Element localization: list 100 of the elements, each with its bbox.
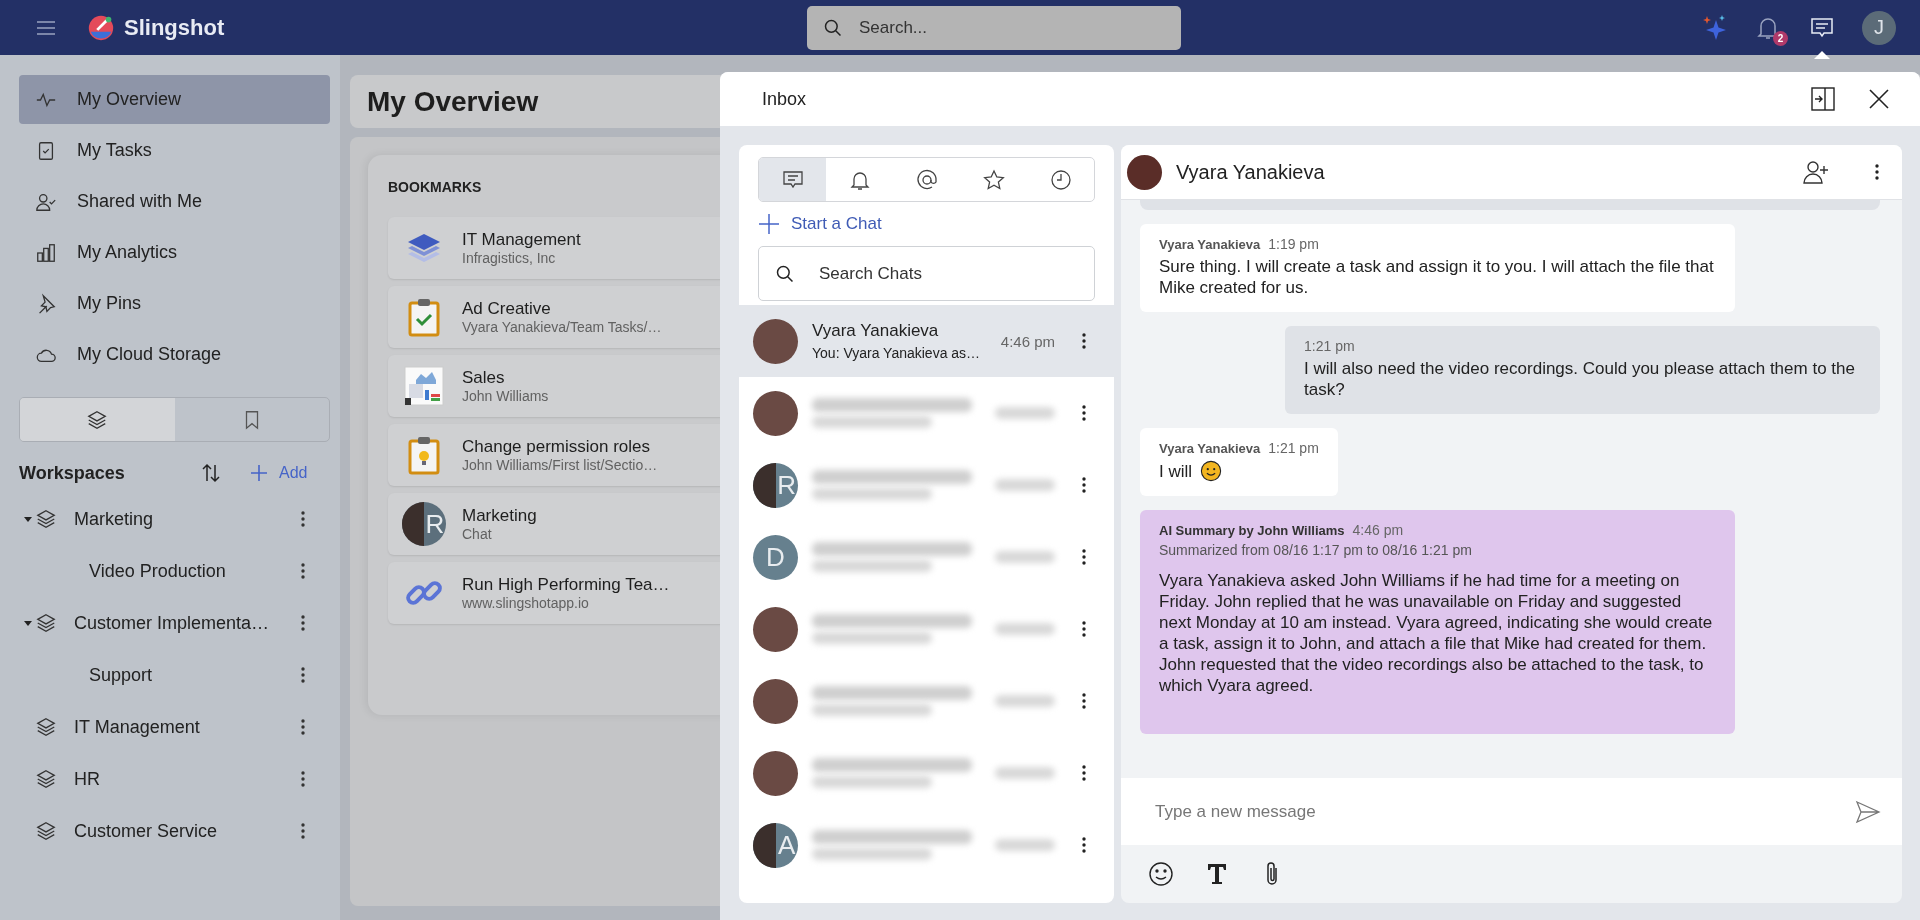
dashboard-thumbnail-icon [404,366,444,406]
message-time: 1:19 pm [1268,236,1319,252]
more-icon[interactable] [300,717,306,737]
search-bar[interactable]: Search... [807,5,1181,50]
more-icon[interactable] [300,509,306,529]
blurred-text [995,479,1055,491]
caret-icon[interactable] [23,618,33,628]
message-text: I will [1159,460,1193,482]
more-icon[interactable] [300,613,306,633]
plus-icon [249,463,269,483]
bookmark-title: Change permission roles [462,437,652,457]
search-bar[interactable]: Search Chats [758,246,1095,301]
chat-item[interactable]: A [739,809,1114,881]
message-author: Vyara Yanakieva [1159,237,1261,252]
bookmark-subtitle: www.slingshotapp.io [462,595,590,611]
workspace-item[interactable]: Customer Service [19,805,330,857]
photo-placeholder [753,318,798,364]
section-title: BOOKMARKS [388,179,482,195]
bookmark-title: Run High Performing Tea… [462,575,671,595]
search-input[interactable]: Search... [857,16,1161,39]
notification-badge: 2 [1773,30,1788,46]
app-name: Slingshot [124,14,225,41]
more-icon[interactable] [1081,619,1087,639]
smiley-icon[interactable] [1147,860,1175,888]
bookmark-subtitle: Chat [462,526,493,542]
inbox-tab[interactable] [759,158,826,201]
chat-time: 4:46 pm [1000,332,1055,350]
summary-range: Summarized from 08/16 1:17 pm to 08/16 1:21 pm [1159,542,1473,558]
layers-icon [35,820,57,842]
chat-preview: You: Vyara Yanakieva as… [812,345,982,361]
more-icon[interactable] [1081,691,1087,711]
page-title: My Overview [367,85,539,118]
more-icon[interactable] [1081,835,1087,855]
layers-icon [35,612,57,634]
bar-chart-icon [35,241,57,264]
message-text: Vyara Yanakieva asked John Williams if he had time for a meeting on Friday. John replied that he was unavailable on Friday and suggested next Monday at 10 am instead. Vyara agreed, indicating she would create a task, assign it to John, and attach a file that Mike had created for them. John requested that the video recordings also be attached to the task, to which Vyara agreed. [1159,570,1714,696]
blurred-text [995,551,1055,563]
message-field[interactable]: Type a new message [1121,778,1902,845]
nav-item[interactable]: My Tasks [19,126,330,175]
message-author: AI Summary by John Williams [1159,523,1345,538]
layers-icon [35,716,57,738]
workspace-item[interactable]: HR [19,753,330,805]
group-avatar: R [402,502,446,546]
nav-item[interactable]: Shared with Me [19,177,330,226]
message-time: 1:21 pm [1304,338,1355,354]
plus-icon [757,212,781,236]
blurred-text [995,407,1055,419]
more-icon[interactable] [1081,475,1087,495]
layers-icon [35,508,57,530]
more-icon[interactable] [1874,162,1880,182]
blurred-text [995,839,1055,851]
nav-item[interactable]: My Cloud Storage [19,330,330,379]
at-sign-icon [914,167,939,192]
workspace-item[interactable]: Video Production [19,545,330,597]
photo-placeholder [753,390,798,436]
user-avatar: A [753,822,798,868]
blurred-text [995,767,1055,779]
bookmark-title: Sales [462,368,506,388]
blurred-text [995,623,1055,635]
section-title: Workspaces [19,462,126,484]
more-icon[interactable] [300,665,306,685]
photo-placeholder [1127,154,1162,190]
bookmark-subtitle: John Williams [462,388,550,404]
photo-placeholder [753,606,798,652]
more-icon[interactable] [1081,331,1087,351]
caret-icon[interactable] [23,514,33,524]
bookmark-subtitle: Vyara Yanakieva/Team Tasks/… [462,319,663,335]
bookmark-subtitle: Infragistics, Inc [462,250,557,266]
more-icon[interactable] [300,561,306,581]
layers-icon [35,768,57,790]
workspace-item[interactable]: IT Management [19,701,330,753]
photo-placeholder [753,678,798,724]
workspace-item[interactable]: Support [19,649,330,701]
layers-icon [86,408,109,431]
search-icon [823,17,843,38]
more-icon[interactable] [1081,763,1087,783]
search-icon [775,263,795,284]
nav-item[interactable]: My Analytics [19,228,330,277]
add-user-icon[interactable] [1802,158,1830,186]
bookmark-title: IT Management [462,230,582,250]
dock-icon[interactable] [1810,86,1836,112]
message-input[interactable]: Type a new message [1153,800,1854,823]
chat-item[interactable]: Vyara Yanakieva You: Vyara Yanakieva as… 4:46 pm [739,305,1114,377]
user-avatar[interactable]: J [1862,10,1896,45]
more-icon[interactable] [1081,403,1087,423]
more-icon[interactable] [300,769,306,789]
panel-title: Inbox [762,88,808,110]
message-author: Vyara Yanakieva [1159,441,1261,456]
chat-name: Vyara Yanakieva [812,321,940,341]
nav-item[interactable]: My Overview [19,75,330,124]
more-icon[interactable] [300,821,306,841]
user-avatar: R [753,462,798,508]
popover-pointer-icon [1814,50,1830,59]
blurred-text [995,695,1055,707]
message-text: I will also need the video recordings. Could you please attach them to the task? [1304,358,1856,400]
workspace-item[interactable]: Marketing [19,493,330,545]
bookmark-title: Ad Creative [462,299,552,319]
workspace-item[interactable]: Customer Implementa… [19,597,330,649]
nav-item[interactable]: My Pins [19,279,330,328]
more-icon[interactable] [1081,547,1087,567]
